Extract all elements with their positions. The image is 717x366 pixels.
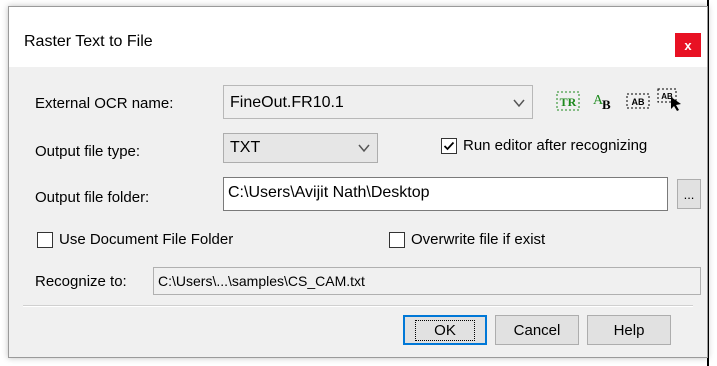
svg-text:AB: AB <box>632 97 645 107</box>
run-editor-checkbox[interactable]: Run editor after recognizing <box>441 137 647 154</box>
output-folder-label: Output file folder: <box>35 189 150 206</box>
ok-button[interactable]: OK <box>403 315 487 345</box>
use-document-folder-label: Use Document File Folder <box>59 231 234 248</box>
svg-text:TR: TR <box>560 95 577 109</box>
output-type-value: TXT <box>230 139 261 156</box>
use-document-folder-checkbox[interactable]: Use Document File Folder <box>37 231 233 248</box>
dialog-title: Raster Text to File <box>24 33 153 50</box>
run-editor-label: Run editor after recognizing <box>463 137 648 154</box>
output-type-select[interactable]: TXT <box>223 133 378 163</box>
overwrite-file-label: Overwrite file if exist <box>411 231 546 248</box>
help-button[interactable]: Help <box>587 315 671 345</box>
ab-box-icon[interactable]: AB <box>625 89 651 113</box>
output-folder-value: C:\Users\Avijit Nath\Desktop <box>228 184 430 201</box>
svg-text:B: B <box>602 97 611 112</box>
browse-folder-button[interactable]: ... <box>677 179 701 209</box>
ocr-name-select[interactable]: FineOut.FR10.1 <box>223 85 533 119</box>
chevron-down-icon <box>513 99 525 108</box>
output-folder-field[interactable]: C:\Users\Avijit Nath\Desktop <box>223 177 668 211</box>
recognize-to-field: C:\Users\...\samples\CS_CAM.txt <box>153 267 701 295</box>
recognize-to-value: C:\Users\...\samples\CS_CAM.txt <box>158 273 365 289</box>
overwrite-file-checkbox[interactable]: Overwrite file if exist <box>389 231 545 248</box>
checkmark-icon <box>443 141 455 150</box>
recognize-to-label: Recognize to: <box>35 273 127 290</box>
ok-button-label: OK <box>415 319 475 341</box>
tr-icon[interactable]: TR <box>555 89 581 113</box>
output-type-label: Output file type: <box>35 143 141 160</box>
close-button[interactable]: x <box>675 33 701 57</box>
ocr-name-value: FineOut.FR10.1 <box>230 94 344 111</box>
ab-select-icon[interactable]: AB <box>657 87 683 111</box>
title-bar: Raster Text to File x <box>9 7 707 67</box>
close-icon: x <box>684 37 692 53</box>
checkbox-box <box>389 231 405 248</box>
raster-text-to-file-dialog: Raster Text to File x External OCR name:… <box>8 6 708 358</box>
ocr-name-label: External OCR name: <box>35 95 174 112</box>
checkbox-box <box>441 137 457 154</box>
cancel-button[interactable]: Cancel <box>495 315 579 345</box>
ab-glyph-icon[interactable]: A B <box>591 89 617 113</box>
checkbox-box <box>37 231 53 248</box>
chevron-down-icon <box>358 144 370 153</box>
footer-separator <box>23 305 693 307</box>
